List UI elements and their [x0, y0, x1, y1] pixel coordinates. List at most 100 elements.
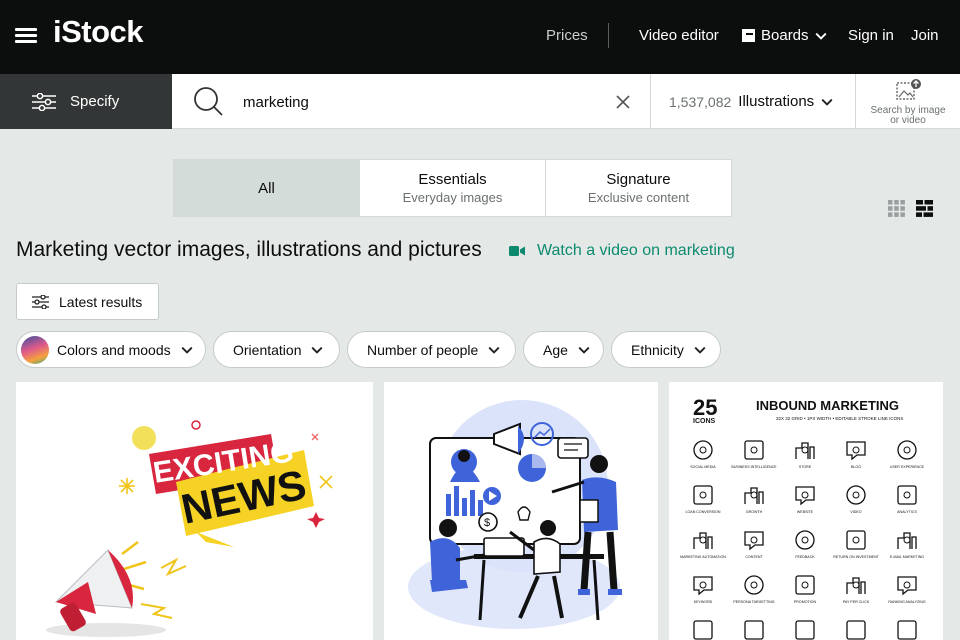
- chevron-down-icon: [821, 98, 833, 106]
- sliders-icon: [32, 294, 49, 309]
- line-icon-pay-per-click: PAY PER CLICK: [843, 577, 870, 604]
- line-icon-persona-targetting: PERSONA TARGETTING: [733, 575, 775, 604]
- tab-essentials-subtitle: Everyday images: [402, 190, 503, 205]
- icon-caption: CONTENT: [745, 555, 763, 559]
- icon-caption: GROWTH: [746, 510, 763, 514]
- video-camera-icon: [509, 246, 525, 256]
- line-icon-return-on-investment: RETURN ON INVESTMENT: [833, 530, 880, 559]
- line-icon-social-media: SOCIAL MEDIA: [690, 440, 716, 469]
- line-icon-business-intelligence: BUSINESS INTELLIGENCE: [731, 440, 777, 469]
- line-icon-partial: [744, 620, 764, 640]
- icon-caption: E-MAIL MARKETING: [890, 555, 924, 559]
- asset-type-select[interactable]: 1,537,082 Illustrations: [650, 74, 855, 129]
- latest-results-label: Latest results: [59, 293, 143, 310]
- exciting-news-illustration: EXCITING NEWS: [46, 420, 333, 637]
- latest-results-button[interactable]: Latest results: [16, 283, 159, 320]
- icon-caption: FEEDBACK: [795, 555, 815, 559]
- watch-video-label: Watch a video on marketing: [537, 242, 735, 259]
- svg-text:$: $: [484, 517, 490, 529]
- line-icon-growth: GROWTH: [744, 487, 764, 514]
- mosaic-view-icon[interactable]: [916, 200, 933, 217]
- icon-caption: KEYWORD: [694, 600, 713, 604]
- search-by-image-button[interactable]: Search by image or video: [855, 74, 960, 129]
- filter-label: Ethnicity: [631, 341, 684, 358]
- tab-signature[interactable]: Signature Exclusive content: [546, 160, 731, 216]
- chevron-down-icon: [488, 346, 500, 354]
- grid-view-icon[interactable]: [888, 200, 905, 217]
- icon-caption: ANALYTICS: [897, 510, 917, 514]
- line-icon-analytics: ANALYTICS: [897, 485, 917, 514]
- filter-label: Orientation: [233, 341, 302, 358]
- marketing-team-illustration: $: [408, 400, 622, 629]
- watch-video-link[interactable]: Watch a video on marketing: [509, 242, 735, 260]
- filter-number-of-people[interactable]: Number of people: [347, 331, 516, 368]
- inbound-subtitle: 32X 32 GRID • 1PX WIDTH • EDITABLE STROK…: [776, 416, 903, 421]
- filter-ethnicity[interactable]: Ethnicity: [611, 331, 721, 368]
- line-icon-feedback: FEEDBACK: [795, 530, 815, 559]
- nav-join[interactable]: Join: [911, 27, 939, 44]
- close-icon[interactable]: [614, 93, 632, 111]
- top-navigation: iStock Prices Video editor Boards Sign i…: [0, 0, 960, 74]
- icon-caption: SOCIAL MEDIA: [690, 465, 716, 469]
- line-icon-blog: BLOG: [846, 441, 866, 469]
- line-icon-website: WEBSITE: [795, 486, 815, 514]
- nav-boards-label: Boards: [761, 27, 809, 44]
- color-mood-swatch: [21, 335, 49, 364]
- icon-caption: PROMOTION: [794, 600, 817, 604]
- line-icon-keyword: KEYWORD: [693, 576, 713, 604]
- sliders-icon: [32, 92, 56, 111]
- nav-prices[interactable]: Prices: [546, 27, 588, 44]
- boards-icon: [742, 29, 755, 42]
- filter-colors-and-moods[interactable]: Colors and moods: [16, 331, 206, 368]
- chevron-down-icon: [694, 346, 706, 354]
- nav-video-editor[interactable]: Video editor: [639, 27, 719, 44]
- image-card-marketing-team[interactable]: $: [384, 382, 658, 640]
- filter-age[interactable]: Age: [523, 331, 604, 368]
- line-icon-partial: [846, 620, 866, 640]
- icon-caption: LOAN CONVERSION: [686, 510, 721, 514]
- search-icon[interactable]: [193, 86, 223, 116]
- search-bar: Specify 1,537,082 Illustrations Search b…: [0, 74, 960, 129]
- image-card-inbound-marketing[interactable]: 25 ICONS INBOUND MARKETING 32X 32 GRID •…: [669, 382, 943, 640]
- icon-caption: PERSONA TARGETTING: [733, 600, 774, 604]
- menu-icon[interactable]: [15, 26, 37, 44]
- istock-logo[interactable]: iStock: [53, 14, 144, 50]
- filter-label: Number of people: [367, 341, 479, 358]
- image-card-exciting-news[interactable]: EXCITING NEWS: [16, 382, 373, 640]
- chevron-down-icon: [181, 346, 193, 354]
- line-icon-partial: [693, 620, 713, 640]
- tab-essentials[interactable]: Essentials Everyday images: [360, 160, 546, 216]
- search-input[interactable]: [243, 89, 593, 115]
- asset-type-label: Illustrations: [738, 93, 815, 110]
- icon-caption: PAY PER CLICK: [843, 600, 870, 604]
- line-icon-content: CONTENT: [744, 531, 764, 559]
- line-icon-store: STORE: [795, 442, 815, 469]
- icon-count: 25: [693, 395, 717, 420]
- image-search-icon: [896, 79, 921, 100]
- line-icon-marketing-automation: MARKETING AUTOMATION: [680, 532, 726, 559]
- line-icon-video: VIDEO: [846, 485, 866, 514]
- tab-all[interactable]: All: [174, 160, 360, 216]
- tab-all-title: All: [258, 179, 275, 197]
- icon-caption: USER EXPERIENCE: [890, 465, 925, 469]
- inbound-marketing-icon-set: 25 ICONS INBOUND MARKETING 32X 32 GRID •…: [680, 395, 926, 640]
- icon-caption: RANKING ANALYZING: [888, 600, 925, 604]
- collection-tabs: All Essentials Everyday images Signature…: [173, 159, 732, 217]
- line-icon-ranking-analyzing: RANKING ANALYZING: [888, 576, 926, 604]
- chevron-down-icon: [312, 346, 323, 354]
- nav-boards[interactable]: Boards: [742, 27, 827, 44]
- filter-orientation[interactable]: Orientation: [213, 331, 340, 368]
- page-title: Marketing vector images, illustrations a…: [16, 238, 482, 261]
- icon-caption: VIDEO: [850, 510, 861, 514]
- specify-button[interactable]: Specify: [0, 74, 172, 129]
- nav-divider: [608, 23, 609, 48]
- line-icon-promotion: PROMOTION: [794, 575, 817, 604]
- nav-sign-in[interactable]: Sign in: [848, 27, 894, 44]
- icon-caption: BUSINESS INTELLIGENCE: [731, 465, 777, 469]
- tab-signature-subtitle: Exclusive content: [587, 190, 690, 205]
- inbound-title: INBOUND MARKETING: [756, 398, 899, 413]
- filter-label: Age: [543, 341, 568, 358]
- chevron-down-icon: [578, 346, 590, 354]
- tab-essentials-title: Essentials: [418, 171, 487, 188]
- icon-caption: STORE: [799, 465, 812, 469]
